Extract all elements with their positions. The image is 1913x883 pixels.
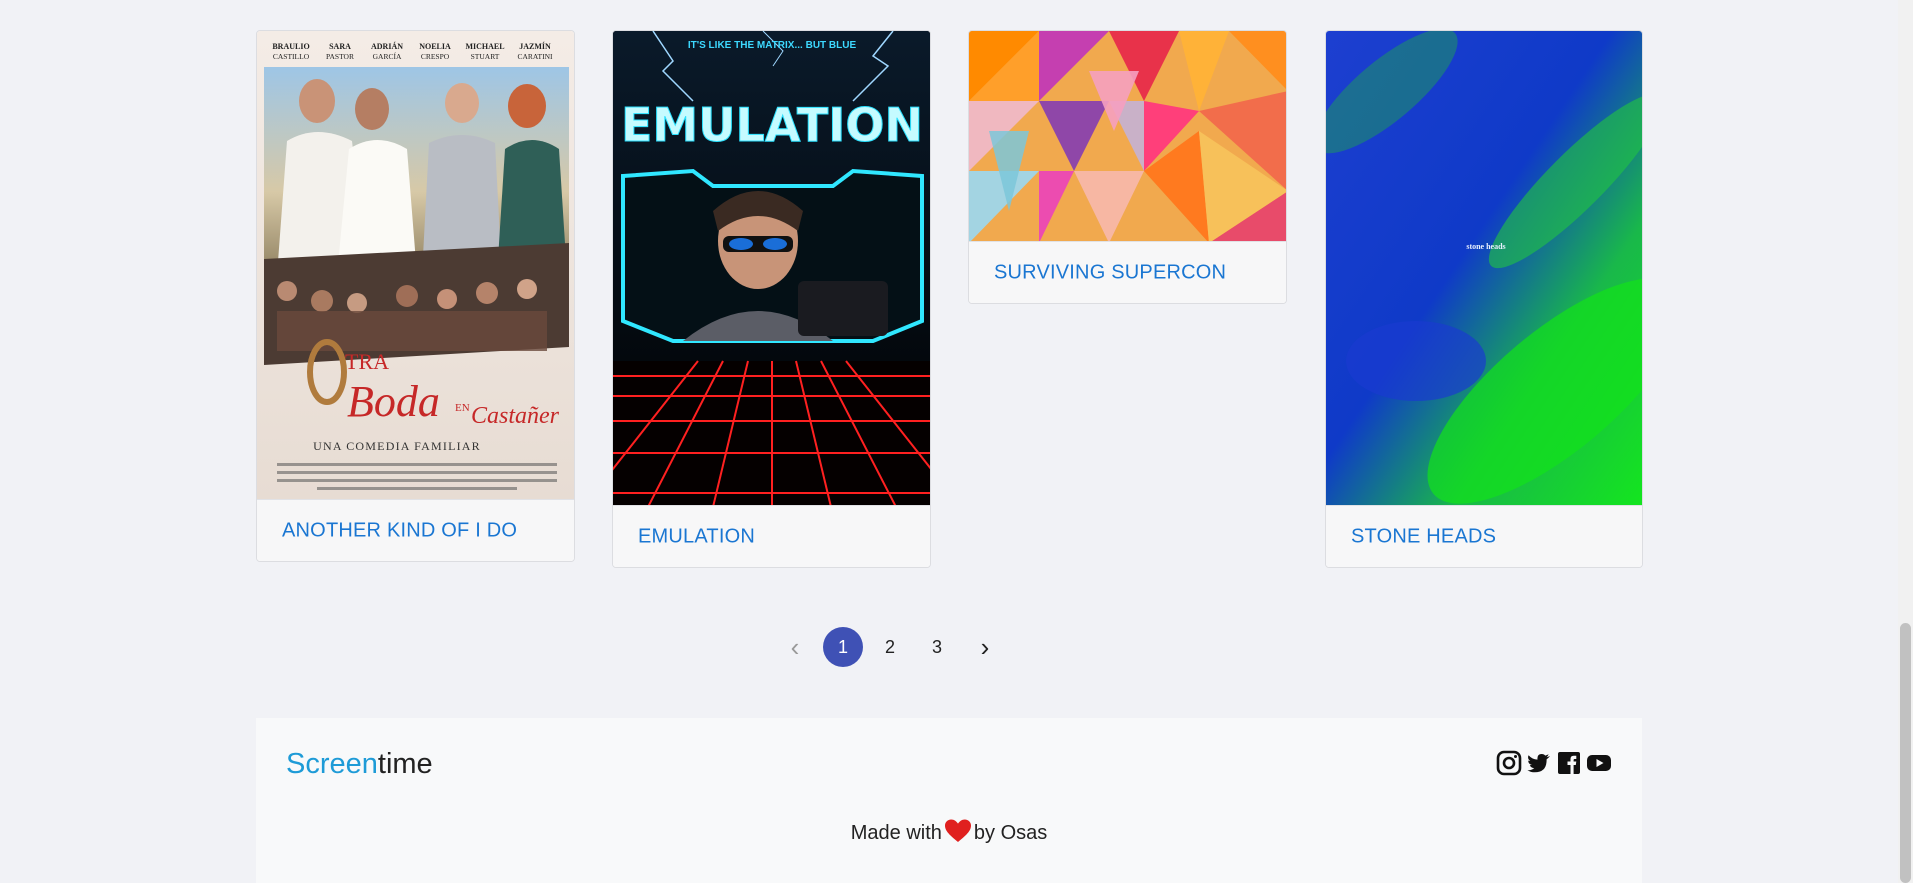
poster-title: EMULATION (621, 98, 923, 152)
movie-card[interactable]: SURVIVING SUPERCON (968, 30, 1287, 304)
pagination: ‹ 1 2 3 › (0, 627, 1913, 669)
made-with-credit: Made with by Osas (256, 819, 1642, 849)
movie-card[interactable]: stone heads STONE HEADS (1325, 30, 1643, 568)
facebook-icon[interactable] (1556, 750, 1582, 776)
card-footer: STONE HEADS (1326, 505, 1642, 567)
youtube-icon[interactable] (1586, 750, 1612, 776)
movie-card[interactable]: BRAULIO SARA ADRIÁN NOELIA MICHAEL JAZMÍ… (256, 30, 575, 562)
scrollbar-thumb[interactable] (1900, 623, 1911, 883)
page-1-button[interactable]: 1 (823, 627, 863, 667)
page-2-button[interactable]: 2 (870, 627, 910, 667)
cast-name: JAZMÍN (519, 41, 551, 51)
movie-title-link[interactable]: ANOTHER KIND OF I DO (282, 519, 517, 542)
card-footer: EMULATION (613, 505, 930, 567)
movie-poster[interactable]: BRAULIO SARA ADRIÁN NOELIA MICHAEL JAZMÍ… (257, 31, 574, 501)
movie-title-link[interactable]: SURVIVING SUPERCON (994, 261, 1226, 284)
cast-name: CRESPO (421, 52, 450, 61)
cast-name: BRAULIO (272, 42, 309, 51)
brand-accent: Screen (286, 748, 378, 780)
poster-tagline: UNA COMEDIA FAMILIAR (313, 439, 481, 453)
movie-title-link[interactable]: EMULATION (638, 525, 755, 548)
cast-name: CASTILLO (273, 52, 310, 61)
prev-page-button[interactable]: ‹ (775, 627, 815, 667)
cast-name: ADRIÁN (371, 41, 403, 51)
cast-name: GARCÍA (373, 51, 402, 61)
site-footer: Screentime Made with by Osas (256, 718, 1642, 883)
card-footer: SURVIVING SUPERCON (969, 241, 1286, 303)
poster-title: TRA (345, 349, 389, 374)
social-links (1496, 750, 1612, 776)
poster-tagline: IT'S LIKE THE MATRIX... BUT BLUE (688, 40, 857, 51)
movie-title-link[interactable]: STONE HEADS (1351, 525, 1496, 548)
page-scrollbar[interactable] (1898, 0, 1913, 883)
poster-title: Castañer (471, 403, 560, 429)
brand-rest: time (377, 748, 433, 780)
page-3-button[interactable]: 3 (917, 627, 957, 667)
twitter-icon[interactable] (1526, 750, 1552, 776)
heart-icon (944, 819, 972, 849)
cast-name: PASTOR (326, 52, 354, 61)
card-footer: ANOTHER KIND OF I DO (257, 499, 574, 561)
movie-poster[interactable]: stone heads (1326, 31, 1642, 507)
movie-poster[interactable]: IT'S LIKE THE MATRIX... BUT BLUE EMULATI… (613, 31, 930, 507)
made-prefix: Made with (850, 822, 942, 844)
poster-title: Boda (347, 377, 440, 426)
cast-name: SARA (329, 42, 351, 51)
poster-title: EN (455, 402, 470, 414)
movie-card[interactable]: IT'S LIKE THE MATRIX... BUT BLUE EMULATI… (612, 30, 931, 568)
cast-name: STUART (471, 52, 500, 61)
footer-brand[interactable]: Screentime (286, 748, 433, 781)
instagram-icon[interactable] (1496, 750, 1522, 776)
cast-name: CARATINI (518, 52, 554, 61)
next-page-button[interactable]: › (965, 627, 1005, 667)
movie-poster[interactable] (969, 31, 1286, 243)
cast-name: NOELIA (419, 42, 451, 51)
made-suffix: by Osas (973, 822, 1048, 844)
poster-title: stone heads (1466, 242, 1505, 251)
cast-name: MICHAEL (465, 42, 504, 51)
